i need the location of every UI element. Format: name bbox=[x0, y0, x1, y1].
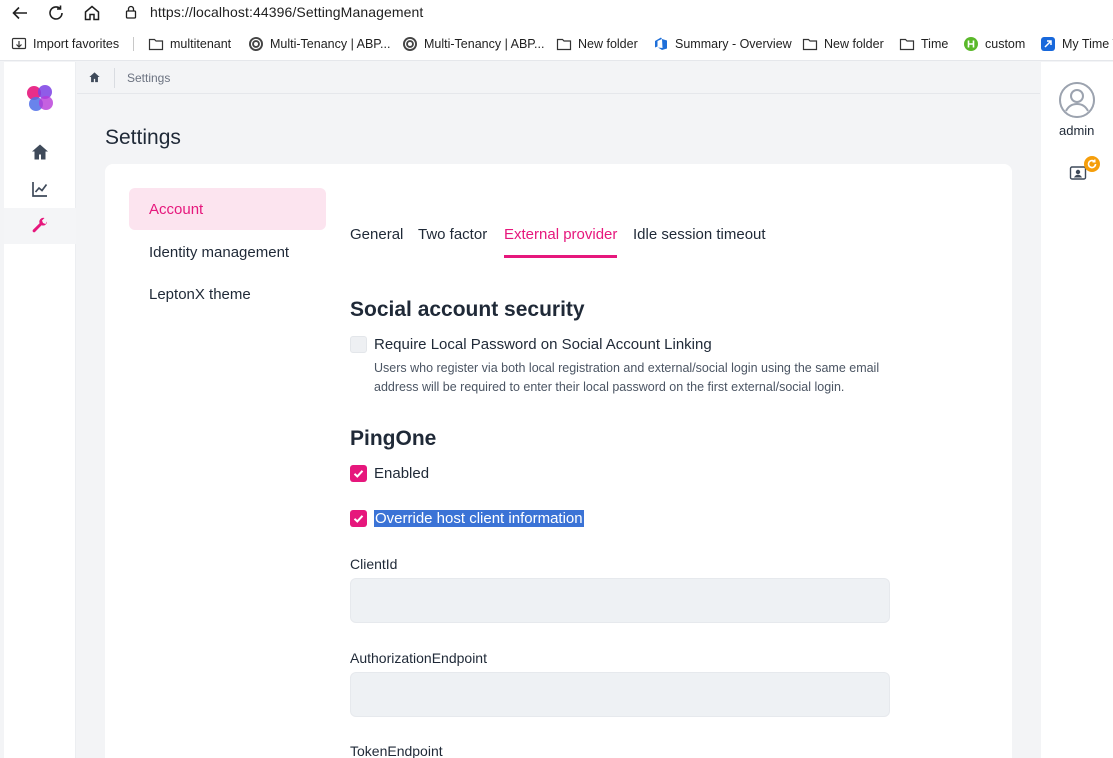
breadcrumb-separator bbox=[114, 68, 115, 88]
tab-external-provider[interactable]: External provider bbox=[504, 226, 618, 258]
url-field[interactable]: https://localhost:44396/SettingManagemen… bbox=[117, 0, 1113, 25]
folder-icon bbox=[556, 38, 572, 51]
require-local-password-help: Users who register via both local regist… bbox=[374, 361, 880, 394]
require-local-password-checkbox[interactable] bbox=[350, 336, 367, 353]
settings-nav-identity-management[interactable]: Identity management bbox=[129, 231, 326, 273]
settings-nav-leptonx-theme[interactable]: LeptonX theme bbox=[129, 273, 326, 315]
fav-import-favorites[interactable]: Import favorites bbox=[11, 35, 119, 53]
user-name[interactable]: admin bbox=[1059, 123, 1094, 138]
override-host-client-checkbox[interactable] bbox=[350, 510, 367, 527]
fav-new-folder-2[interactable]: New folder bbox=[802, 35, 884, 53]
fav-new-folder-1[interactable]: New folder bbox=[556, 35, 638, 53]
user-icon bbox=[1059, 82, 1095, 118]
authorization-endpoint-label: AuthorizationEndpoint bbox=[350, 650, 487, 666]
client-id-label: ClientId bbox=[350, 556, 398, 572]
refresh-icon[interactable] bbox=[46, 3, 66, 23]
breadcrumb-home-icon[interactable] bbox=[88, 71, 101, 84]
fav-multi-tenancy-abp-2[interactable]: Multi-Tenancy | ABP... bbox=[402, 35, 544, 53]
tab-idle-session-timeout[interactable]: Idle session timeout bbox=[633, 226, 766, 255]
checkmark-icon bbox=[353, 470, 364, 478]
refresh-badge-icon bbox=[1087, 159, 1097, 169]
pingone-heading: PingOne bbox=[350, 427, 437, 450]
override-host-client-label[interactable]: Override host client information bbox=[374, 510, 584, 527]
tab-general[interactable]: General bbox=[350, 226, 403, 255]
home-icon[interactable] bbox=[82, 3, 102, 23]
token-endpoint-label: TokenEndpoint bbox=[350, 743, 443, 758]
fav-multitenant[interactable]: multitenant bbox=[148, 35, 231, 53]
page-title: Settings bbox=[105, 126, 181, 149]
app-sidebar bbox=[4, 62, 76, 758]
folder-icon bbox=[148, 38, 164, 51]
chart-icon[interactable] bbox=[30, 179, 50, 199]
social-account-security-heading: Social account security bbox=[350, 298, 585, 321]
fav-multi-tenancy-abp-1[interactable]: Multi-Tenancy | ABP... bbox=[248, 35, 390, 53]
browser-address-bar: https://localhost:44396/SettingManagemen… bbox=[0, 0, 1113, 26]
favorites-bar: Import favorites multitenant Multi-Tenan… bbox=[0, 26, 1113, 61]
folder-icon bbox=[802, 38, 818, 51]
lock-icon[interactable] bbox=[123, 4, 139, 20]
avatar[interactable] bbox=[1059, 82, 1095, 118]
fav-time[interactable]: Time bbox=[899, 35, 948, 53]
client-id-input[interactable] bbox=[350, 578, 890, 623]
back-arrow-icon[interactable] bbox=[10, 3, 30, 23]
abp-icon bbox=[403, 37, 417, 51]
folder-icon bbox=[899, 38, 915, 51]
import-icon bbox=[11, 37, 27, 50]
fav-my-time[interactable]: My Time T bbox=[1040, 35, 1113, 53]
fav-summary-overview[interactable]: Summary - Overview bbox=[653, 35, 792, 53]
settings-card: Account Identity management LeptonX them… bbox=[105, 164, 1012, 758]
authorization-endpoint-input[interactable] bbox=[350, 672, 890, 717]
abp-icon bbox=[249, 37, 263, 51]
notification-badge[interactable] bbox=[1084, 156, 1100, 172]
favorites-divider bbox=[133, 37, 134, 51]
custom-icon bbox=[964, 37, 978, 51]
pingone-enabled-label[interactable]: Enabled bbox=[374, 465, 429, 482]
user-rail: admin bbox=[1041, 62, 1113, 758]
pingone-enabled-checkbox[interactable] bbox=[350, 465, 367, 482]
breadcrumb-current: Settings bbox=[127, 71, 171, 85]
home-icon[interactable] bbox=[30, 142, 50, 162]
url-text: https://localhost:44396/SettingManagemen… bbox=[150, 4, 424, 20]
settings-nav-account[interactable]: Account bbox=[129, 188, 326, 230]
azure-devops-icon bbox=[655, 37, 667, 50]
checkmark-icon bbox=[353, 515, 364, 523]
tab-two-factor[interactable]: Two factor bbox=[418, 226, 487, 255]
app-logo-icon[interactable] bbox=[24, 82, 56, 114]
fav-custom[interactable]: custom bbox=[963, 35, 1025, 53]
wrench-icon[interactable] bbox=[30, 216, 50, 236]
breadcrumb: Settings bbox=[77, 62, 1040, 94]
jira-icon bbox=[1041, 37, 1055, 51]
require-local-password-label[interactable]: Require Local Password on Social Account… bbox=[374, 336, 712, 353]
